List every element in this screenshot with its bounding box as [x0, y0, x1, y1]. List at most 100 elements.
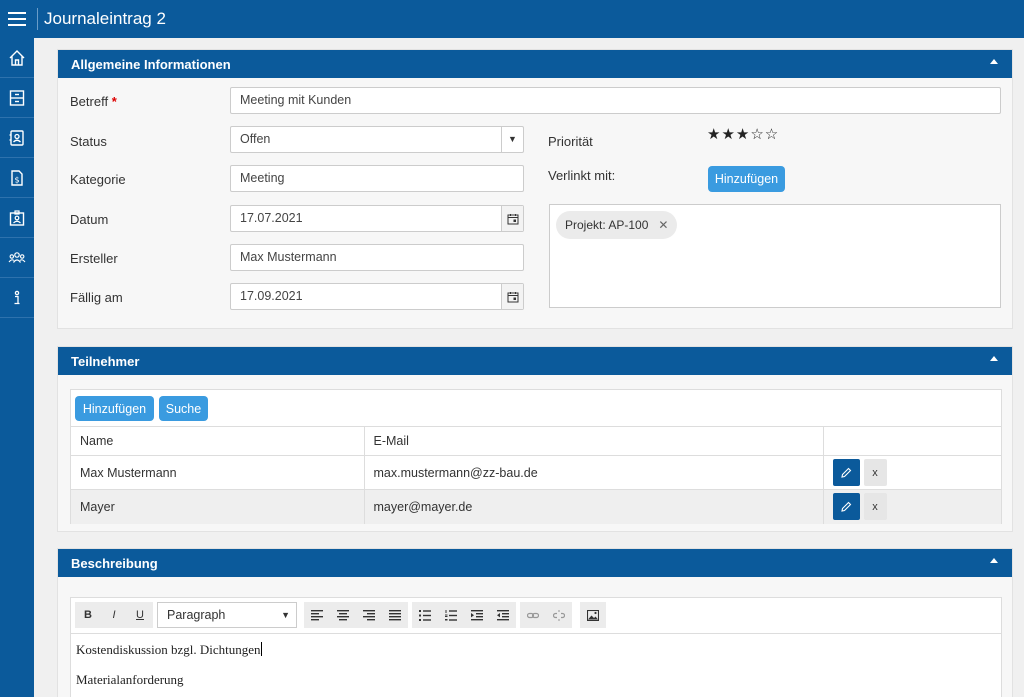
description-panel-header: Beschreibung [58, 549, 1012, 577]
contact-book-icon [9, 129, 24, 146]
link-group [520, 602, 572, 628]
sidebar-item-home[interactable] [0, 38, 34, 78]
editor-paragraph-text: Kostendiskussion bzgl. Dichtungen [76, 642, 261, 657]
general-panel-title: Allgemeine Informationen [71, 56, 231, 72]
align-right-button[interactable] [356, 602, 382, 628]
participant-name: Mayer [71, 489, 364, 524]
bold-button[interactable]: B [75, 602, 101, 628]
linked-chip[interactable]: Projekt: AP-100 ✕ [556, 211, 678, 239]
calendar-icon[interactable] [501, 284, 523, 309]
due-date-input[interactable]: 17.09.2021 [230, 283, 524, 310]
chevron-down-icon: ▼ [281, 610, 290, 620]
subject-input[interactable]: Meeting mit Kunden [230, 87, 1001, 114]
collapse-icon[interactable] [990, 356, 998, 361]
status-select[interactable]: Offen ▼ [230, 126, 524, 153]
pencil-icon [841, 501, 852, 512]
editor-content[interactable]: Kostendiskussion bzgl. Dichtungen Materi… [76, 642, 262, 697]
insert-image-button[interactable] [580, 602, 606, 628]
page-title: Journaleintrag 2 [44, 9, 166, 28]
linked-label: Verlinkt mit: [548, 168, 616, 183]
outdent-icon [497, 609, 509, 620]
sidebar-item-archive[interactable] [0, 78, 34, 118]
justify-icon [389, 609, 401, 620]
table-row[interactable]: Mayer mayer@mayer.de x [71, 489, 1001, 524]
home-icon [9, 49, 25, 66]
remove-participant-button[interactable]: x [863, 493, 887, 521]
justify-button[interactable] [382, 602, 408, 628]
sidebar-item-invoices[interactable]: $ [0, 158, 34, 198]
underline-button[interactable]: U [127, 602, 153, 628]
title-separator [37, 8, 38, 30]
svg-text:$: $ [14, 175, 19, 184]
creator-input[interactable]: Max Mustermann [230, 244, 524, 271]
description-panel: Beschreibung B I U Paragraph ▼ Kostendis… [57, 548, 1013, 697]
align-center-icon [337, 609, 349, 620]
subject-label-text: Betreff [70, 94, 109, 109]
id-card-icon [9, 209, 25, 226]
linked-chip-label: Projekt: AP-100 [565, 218, 649, 232]
calendar-icon[interactable] [501, 206, 523, 231]
add-participant-button[interactable]: Hinzufügen [75, 396, 154, 421]
required-mark: * [111, 94, 117, 109]
align-center-button[interactable] [330, 602, 356, 628]
insert-link-button[interactable] [520, 602, 546, 628]
sidebar-item-contacts[interactable] [0, 118, 34, 158]
format-value: Paragraph [167, 608, 226, 622]
general-panel-header: Allgemeine Informationen [58, 50, 1012, 78]
unlink-icon [553, 609, 565, 621]
users-group-icon [8, 251, 26, 263]
edit-button[interactable] [832, 493, 860, 521]
italic-button[interactable]: I [101, 602, 127, 628]
participant-email: mayer@mayer.de [363, 489, 823, 524]
collapse-icon[interactable] [990, 558, 998, 563]
row-actions: x [822, 455, 1001, 490]
column-header-name[interactable]: Name [71, 426, 364, 456]
search-participant-button[interactable]: Suche [159, 396, 208, 421]
edit-button[interactable] [832, 459, 860, 486]
menu-icon[interactable] [0, 0, 34, 38]
sidebar-item-info[interactable] [0, 278, 34, 318]
general-panel: Allgemeine Informationen Betreff * Meeti… [57, 49, 1013, 329]
column-header-email[interactable]: E-Mail [363, 426, 823, 456]
indent-button[interactable] [464, 602, 490, 628]
participant-name: Max Mustermann [71, 455, 364, 490]
participants-panel-title: Teilnehmer [71, 353, 140, 369]
description-panel-title: Beschreibung [71, 555, 158, 571]
align-left-button[interactable] [304, 602, 330, 628]
linked-items-box[interactable]: Projekt: AP-100 ✕ [549, 204, 1001, 308]
add-link-button[interactable]: Hinzufügen [708, 166, 785, 192]
outdent-button[interactable] [490, 602, 516, 628]
priority-rating[interactable]: ★★★☆☆ [707, 125, 779, 143]
category-input[interactable]: Meeting [230, 165, 524, 192]
bullet-list-button[interactable] [412, 602, 438, 628]
date-input[interactable]: 17.07.2021 [230, 205, 524, 232]
date-label: Datum [70, 212, 109, 227]
unlink-button[interactable] [546, 602, 572, 628]
media-group [580, 602, 606, 628]
table-row[interactable]: Max Mustermann max.mustermann@zz-bau.de … [71, 455, 1001, 490]
participant-email: max.mustermann@zz-bau.de [363, 455, 823, 490]
remove-chip-icon[interactable]: ✕ [658, 218, 668, 232]
editor-toolbar: B I U Paragraph ▼ [71, 598, 1001, 634]
creator-label: Ersteller [70, 251, 118, 266]
date-value: 17.07.2021 [240, 211, 303, 225]
format-select[interactable]: Paragraph ▼ [157, 602, 297, 628]
remove-participant-button[interactable]: x [863, 459, 887, 486]
participants-panel: Teilnehmer Hinzufügen Suche Name E-Mail … [57, 346, 1013, 532]
sidebar-item-groups[interactable] [0, 238, 34, 278]
due-label: Fällig am [70, 290, 123, 305]
numbered-list-button[interactable] [438, 602, 464, 628]
editor-paragraph: Materialanforderung [76, 672, 184, 687]
list-group [412, 602, 516, 628]
priority-label: Priorität [548, 134, 593, 149]
text-style-group: B I U [75, 602, 153, 628]
participants-panel-header: Teilnehmer [58, 347, 1012, 375]
bullet-list-icon [419, 609, 431, 621]
rich-text-editor[interactable]: B I U Paragraph ▼ Kostendiskussion bzgl.… [70, 597, 1002, 697]
text-caret [260, 642, 262, 656]
archive-icon [9, 89, 25, 106]
sidebar-item-staff[interactable] [0, 198, 34, 238]
row-actions: x [822, 489, 1001, 524]
image-icon [587, 609, 599, 621]
collapse-icon[interactable] [990, 59, 998, 64]
